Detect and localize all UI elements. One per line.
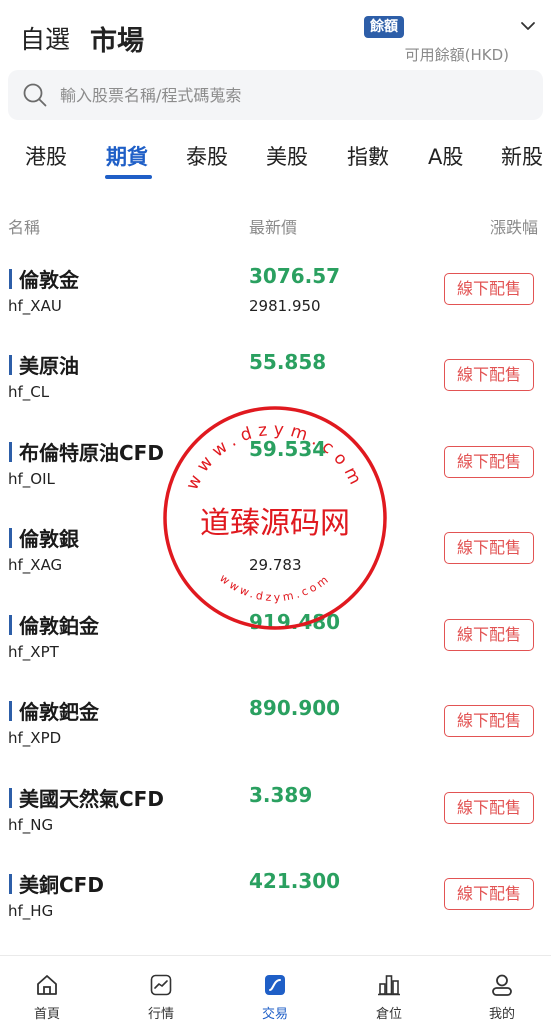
- nav-positions[interactable]: 倉位: [334, 956, 444, 1024]
- tab-hk-stocks[interactable]: 港股: [25, 141, 67, 171]
- offline-placement-button[interactable]: 線下配售: [444, 446, 534, 478]
- instrument-name: 倫敦鉑金: [19, 614, 99, 638]
- watermark-url-bottom: www.dzym.com: [217, 572, 330, 604]
- nav-quotes[interactable]: 行情: [106, 956, 216, 1024]
- latest-price: 890.900: [249, 696, 341, 720]
- instrument-code: hf_OIL: [8, 470, 55, 488]
- instrument-code: hf_XAG: [8, 556, 63, 574]
- instrument-name: 倫敦銀: [19, 527, 79, 551]
- active-tab-indicator: [105, 175, 152, 179]
- tab-new-stocks[interactable]: 新股: [501, 141, 543, 171]
- watermark-text: 道臻源码网: [200, 506, 350, 541]
- row-accent-bar: [9, 701, 12, 721]
- instrument-name: 布倫特原油CFD: [19, 441, 164, 465]
- nav-label-home: 首頁: [33, 1007, 60, 1022]
- search-input[interactable]: [60, 70, 530, 120]
- available-balance-label: 可用餘額(HKD): [404, 46, 509, 64]
- list-item[interactable]: 美銅CFD hf_HG 421.300 線下配售: [0, 867, 551, 953]
- watermark-stamp: www.dzym.com www.dzym.com 道臻源码网: [163, 406, 387, 630]
- offline-placement-button[interactable]: 線下配售: [444, 619, 534, 651]
- offline-placement-button[interactable]: 線下配售: [444, 878, 534, 910]
- instrument-code: hf_NG: [8, 816, 54, 834]
- instrument-code: hf_CL: [8, 383, 50, 401]
- row-accent-bar: [9, 355, 12, 375]
- column-header-name[interactable]: 名稱: [8, 214, 40, 238]
- row-accent-bar: [9, 528, 12, 548]
- nav-label-quotes: 行情: [147, 1007, 174, 1022]
- search-bar[interactable]: [8, 70, 543, 120]
- market-tabs: 港股 期貨 泰股 美股 指數 A股 新股: [0, 135, 551, 185]
- column-header-change[interactable]: 漲跌幅: [490, 214, 538, 238]
- latest-price: 3.389: [249, 783, 313, 807]
- instrument-code: hf_XPT: [8, 643, 59, 661]
- trade-icon: [265, 975, 285, 995]
- tab-thai-stocks[interactable]: 泰股: [186, 141, 228, 171]
- nav-home[interactable]: 首頁: [0, 956, 102, 1024]
- row-accent-bar: [9, 442, 12, 462]
- chevron-down-icon[interactable]: [519, 17, 537, 35]
- tab-watchlist[interactable]: 自選: [20, 20, 70, 56]
- row-accent-bar: [9, 615, 12, 635]
- row-accent-bar: [9, 874, 12, 894]
- row-accent-bar: [9, 269, 12, 289]
- offline-placement-button[interactable]: 線下配售: [444, 705, 534, 737]
- offline-placement-button[interactable]: 線下配售: [444, 792, 534, 824]
- home-icon: [37, 975, 57, 995]
- offline-placement-button[interactable]: 線下配售: [444, 532, 534, 564]
- chart-icon: [150, 974, 172, 996]
- tab-futures[interactable]: 期貨: [106, 141, 148, 171]
- instrument-name: 美國天然氣CFD: [19, 787, 164, 811]
- instrument-name: 美銅CFD: [19, 873, 104, 897]
- instrument-code: hf_XAU: [8, 297, 62, 315]
- nav-profile[interactable]: 我的: [447, 956, 551, 1024]
- instrument-code: hf_XPD: [8, 729, 62, 747]
- nav-label-positions: 倉位: [375, 1007, 402, 1022]
- top-header: 自選 市場 餘額 可用餘額(HKD): [0, 0, 551, 70]
- latest-price: 55.858: [249, 350, 327, 374]
- instrument-name: 倫敦鈀金: [19, 700, 99, 724]
- previous-price: 2981.950: [249, 297, 321, 315]
- nav-label-profile: 我的: [488, 1007, 515, 1022]
- list-item[interactable]: 美國天然氣CFD hf_NG 3.389 線下配售: [0, 781, 551, 867]
- profile-icon: [492, 974, 512, 996]
- column-header-price[interactable]: 最新價: [249, 214, 297, 238]
- list-item[interactable]: 倫敦鈀金 hf_XPD 890.900 線下配售: [0, 694, 551, 780]
- offline-placement-button[interactable]: 線下配售: [444, 273, 534, 305]
- position-icon: [378, 975, 400, 996]
- row-accent-bar: [9, 788, 12, 808]
- latest-price: 421.300: [249, 869, 341, 893]
- tab-market[interactable]: 市場: [90, 19, 144, 58]
- list-item[interactable]: 倫敦金 hf_XAU 3076.57 2981.950 線下配售: [0, 262, 551, 348]
- instrument-name: 美原油: [19, 354, 79, 378]
- nav-label-trade: 交易: [261, 1007, 288, 1022]
- svg-text:www.dzym.com: www.dzym.com: [217, 572, 333, 604]
- instrument-code: hf_HG: [8, 902, 54, 920]
- instrument-name: 倫敦金: [19, 268, 79, 292]
- tab-a-shares[interactable]: A股: [428, 141, 463, 171]
- search-icon: [23, 83, 47, 107]
- latest-price: 3076.57: [249, 264, 341, 288]
- bottom-nav: 首頁 行情 交易 倉位 我的: [0, 955, 551, 1024]
- nav-trade[interactable]: 交易: [220, 956, 330, 1024]
- offline-placement-button[interactable]: 線下配售: [444, 359, 534, 391]
- tab-indices[interactable]: 指數: [347, 141, 389, 171]
- tab-us-stocks[interactable]: 美股: [266, 141, 308, 171]
- balance-badge: 餘額: [364, 16, 404, 38]
